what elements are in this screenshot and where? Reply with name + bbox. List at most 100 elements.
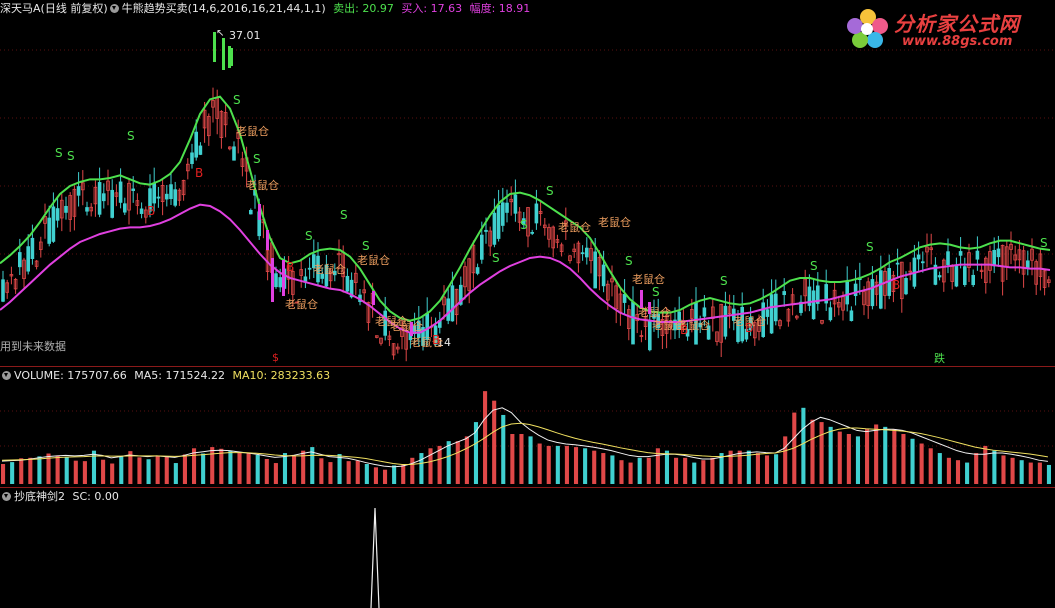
candle-body xyxy=(97,182,102,215)
sell-zone-bar xyxy=(372,291,375,305)
volume-bar xyxy=(1010,457,1015,484)
volume-bar xyxy=(510,434,515,484)
sc-name: 抄底神剑2 xyxy=(14,490,65,503)
volume-bar xyxy=(137,457,142,484)
volume-bar xyxy=(692,462,697,484)
volume-bar xyxy=(855,436,861,484)
signal-laoshu: 老鼠仓 xyxy=(246,178,279,192)
signal-laoshu: 老鼠仓 xyxy=(598,215,631,229)
volume-bar xyxy=(64,457,69,484)
volume-bar xyxy=(401,464,406,484)
volume-bar xyxy=(764,455,770,484)
volume-bar xyxy=(646,457,651,484)
volume-bar xyxy=(928,448,933,484)
candle-body xyxy=(51,206,56,242)
dropdown-icon[interactable] xyxy=(2,371,11,380)
volume-bar xyxy=(410,457,415,484)
volume-bar xyxy=(910,438,915,484)
ma10-line xyxy=(1,422,1048,465)
candle-body xyxy=(139,208,144,214)
volume-bar xyxy=(919,443,924,484)
signal-sell: S xyxy=(492,251,500,265)
volume-bar xyxy=(592,450,597,484)
sell-zone-bar xyxy=(640,290,643,308)
volume-bar xyxy=(555,445,560,484)
sell-zone-bar xyxy=(648,302,651,314)
volume-bar xyxy=(237,452,242,484)
high-price-label: 37.01 xyxy=(229,29,261,42)
candle-body xyxy=(530,231,534,234)
candle-body xyxy=(102,193,106,202)
signal-sell: S xyxy=(305,229,313,243)
volume-bar xyxy=(310,447,315,484)
signal-buy: B xyxy=(432,333,440,347)
signal-sell: S xyxy=(866,240,874,254)
candle-body xyxy=(849,310,854,322)
candle-body xyxy=(450,285,455,322)
volume-bar xyxy=(519,434,524,484)
candle-body xyxy=(496,204,501,239)
volume-bar xyxy=(501,414,506,484)
volume-bar xyxy=(819,422,824,484)
peak-zone-bar xyxy=(230,48,233,66)
candle-body xyxy=(492,212,497,245)
volume-bar xyxy=(55,455,60,484)
price-chart[interactable]: 37.01↖14老鼠仓老鼠仓老鼠仓老鼠仓老鼠仓老鼠仓老鼠仓老鼠仓老鼠仓老鼠仓 老鼠… xyxy=(0,0,1055,366)
future-data-note: 用到未来数据 xyxy=(0,340,66,353)
candle-body xyxy=(971,274,975,286)
candle-body xyxy=(895,262,900,265)
candle-body xyxy=(580,252,585,255)
candle-body xyxy=(274,273,278,288)
volume-value: VOLUME: 175707.66 xyxy=(14,369,127,382)
candle-body xyxy=(194,131,199,158)
volume-bar xyxy=(110,463,115,484)
ma5-line xyxy=(1,407,1048,468)
candle-body xyxy=(585,247,589,258)
volume-bar xyxy=(10,462,15,484)
candle-body xyxy=(345,275,350,292)
signal-sell: S xyxy=(625,254,633,268)
candle-body xyxy=(30,237,35,259)
candle-body xyxy=(769,294,774,334)
sell-zone-bar xyxy=(271,258,274,302)
volume-bar xyxy=(810,419,815,484)
candle-body xyxy=(601,264,606,287)
volume-bar xyxy=(19,458,24,484)
volume-bar xyxy=(801,407,806,484)
candle-body xyxy=(475,267,480,274)
volume-bar xyxy=(901,434,906,484)
volume-bar xyxy=(437,445,442,484)
candle-body xyxy=(534,203,539,224)
candle-body xyxy=(958,251,963,256)
volume-bar xyxy=(1,464,6,484)
volume-bar xyxy=(865,429,870,484)
volume-bar xyxy=(382,469,388,484)
volume-bar xyxy=(346,461,351,484)
volume-bar xyxy=(846,434,851,484)
candle-body xyxy=(152,183,157,204)
signal-buy: B xyxy=(286,260,294,274)
candle-body xyxy=(505,202,509,213)
volume-bar xyxy=(355,460,360,484)
volume-bar xyxy=(464,436,469,484)
dropdown-icon[interactable] xyxy=(2,492,11,501)
volume-title-bar: VOLUME: 175707.66 MA5: 171524.22 MA10: 2… xyxy=(0,369,330,383)
candle-body xyxy=(278,277,282,288)
candle-body xyxy=(1026,260,1030,269)
signal-sell: S xyxy=(253,152,261,166)
signal-sell: S xyxy=(520,218,528,232)
candle-body xyxy=(248,210,253,215)
signal-sell: S xyxy=(127,129,135,143)
candle-body xyxy=(47,217,51,244)
candle-body xyxy=(484,229,488,232)
candle-body xyxy=(921,261,925,264)
volume-bar xyxy=(328,462,333,484)
candle-body xyxy=(916,254,921,260)
signal-buy: B xyxy=(745,321,753,335)
signal-buy: B xyxy=(195,166,203,180)
volume-bar xyxy=(955,460,961,484)
candle-body xyxy=(702,307,707,317)
candle-body xyxy=(55,208,60,221)
volume-bar xyxy=(255,454,260,484)
volume-bar xyxy=(182,454,187,484)
